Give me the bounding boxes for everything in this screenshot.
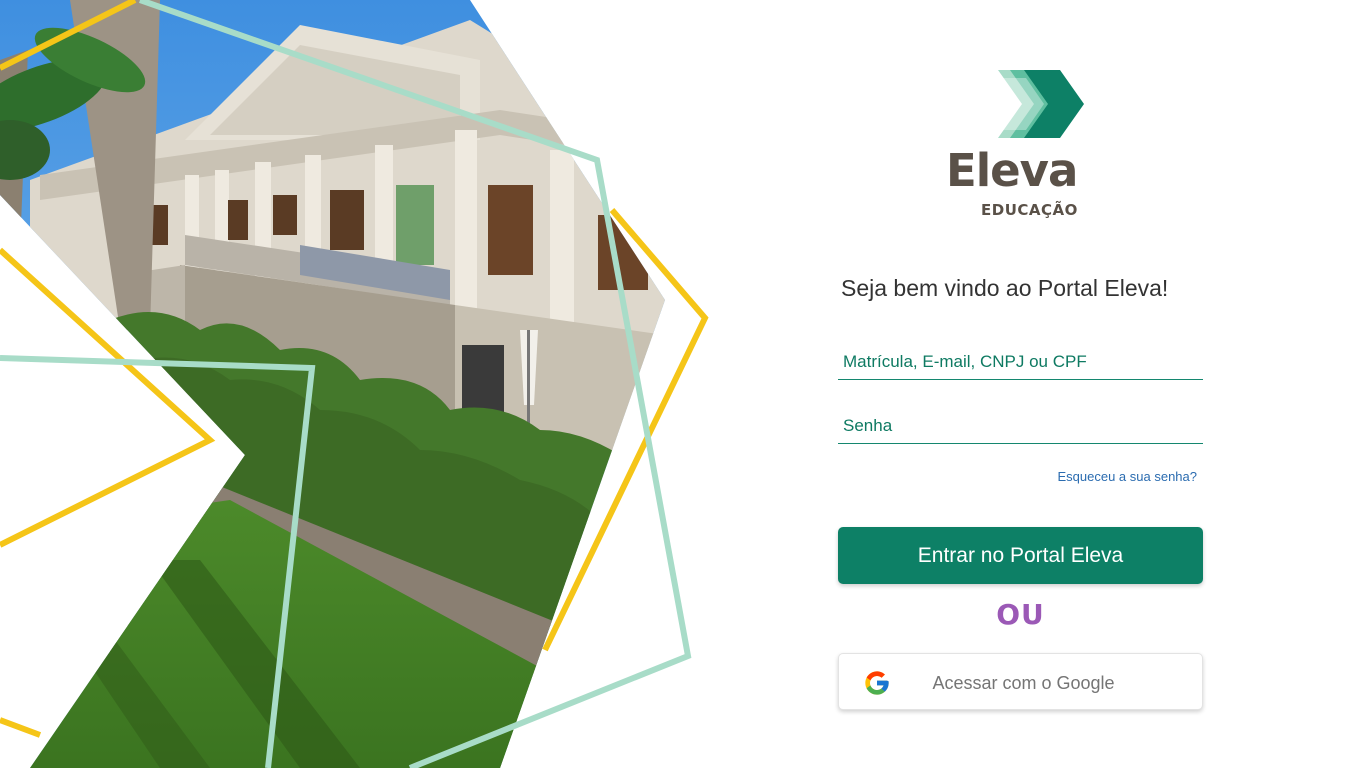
login-panel: Eleva EDUCAÇÃO Seja bem vindo ao Portal … bbox=[838, 0, 1203, 768]
username-field-wrapper bbox=[838, 344, 1203, 380]
password-field-wrapper bbox=[838, 408, 1203, 444]
or-separator: OU bbox=[996, 598, 1045, 631]
logo-wordmark: Eleva bbox=[946, 144, 1078, 197]
eleva-logo: Eleva EDUCAÇÃO bbox=[946, 66, 1091, 226]
google-login-button[interactable]: Acessar com o Google bbox=[838, 653, 1203, 710]
welcome-heading: Seja bem vindo ao Portal Eleva! bbox=[841, 275, 1169, 301]
username-input[interactable] bbox=[838, 344, 1203, 379]
password-input[interactable] bbox=[838, 408, 1203, 443]
hero-image bbox=[0, 0, 760, 768]
login-button[interactable]: Entrar no Portal Eleva bbox=[838, 527, 1203, 584]
google-login-label: Acessar com o Google bbox=[932, 673, 1115, 693]
chevron-logo-icon bbox=[996, 70, 1084, 138]
forgot-password-link[interactable]: Esqueceu a sua senha? bbox=[1058, 469, 1198, 484]
hero-illustration bbox=[0, 0, 709, 768]
logo-tagline: EDUCAÇÃO bbox=[981, 201, 1078, 219]
